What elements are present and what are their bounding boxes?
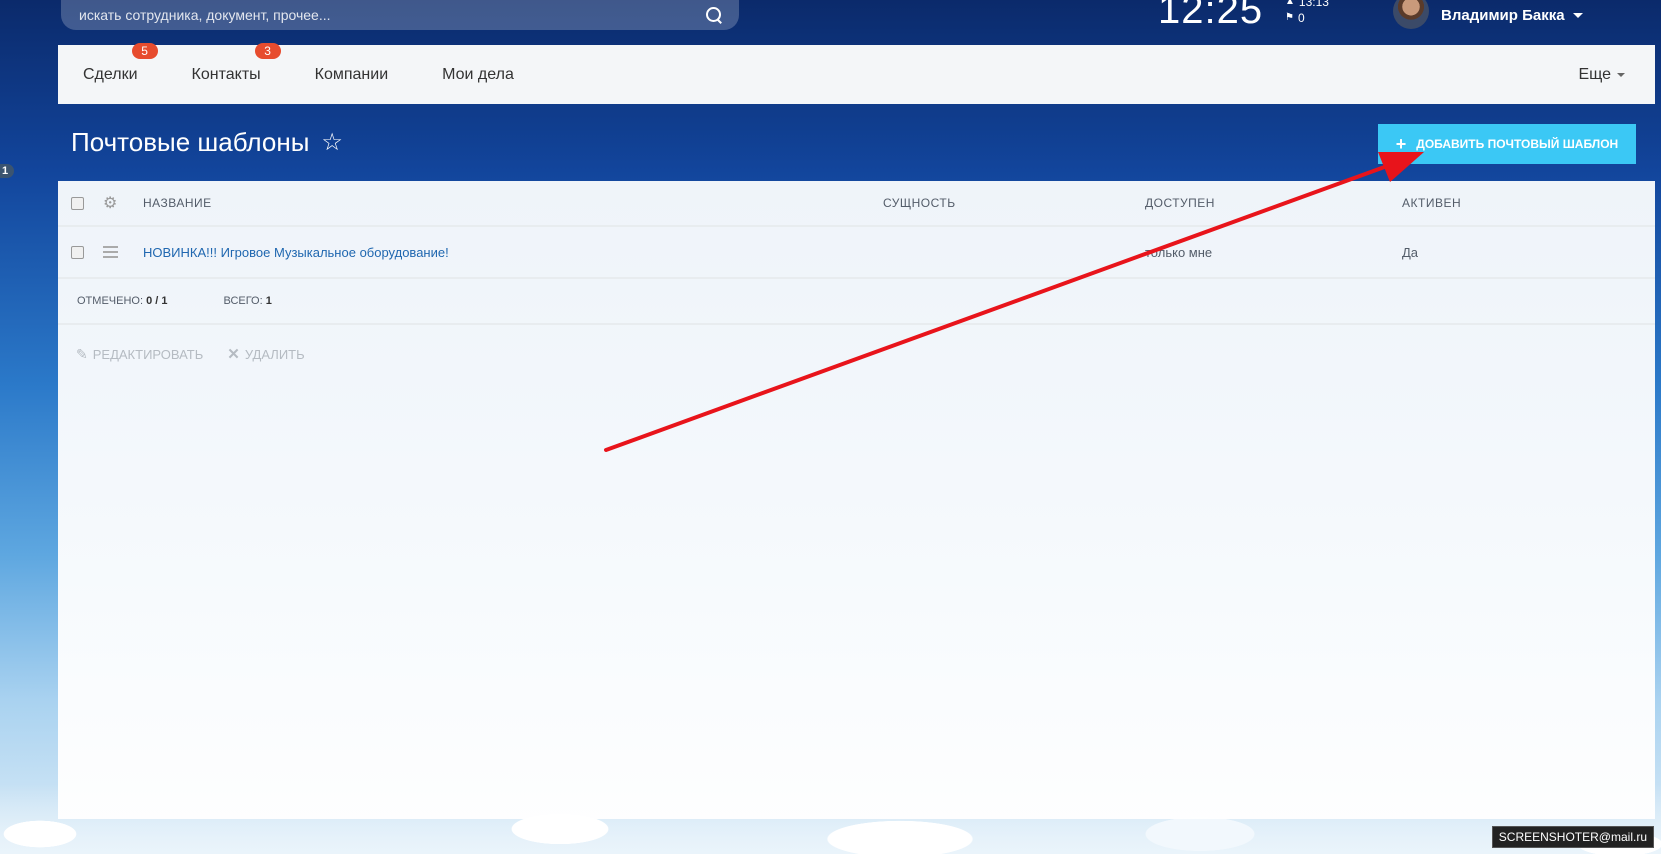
nav-more-label: Еще	[1578, 65, 1611, 83]
top-bar: 12:25 ▲13:13 ⚑ 0 Владимир Бакка	[0, 0, 1661, 44]
delete-button[interactable]: ✕ УДАЛИТЬ	[227, 345, 304, 363]
total-count: ВСЕГО: 1	[223, 295, 272, 307]
chevron-down-icon[interactable]	[1572, 12, 1583, 18]
nav-item-contacts[interactable]: Контакты 3	[191, 42, 281, 84]
avatar[interactable]	[1393, 0, 1429, 29]
flag-icon: ⚑	[1285, 12, 1294, 23]
nav-badge: 5	[131, 42, 158, 59]
cell-active: Да	[1402, 244, 1419, 260]
table-row[interactable]: НОВИНКА!!! Игровое Музыкальное оборудова…	[58, 227, 1655, 279]
bell-icon: ▲	[1285, 0, 1295, 7]
chevron-down-icon	[1617, 72, 1625, 77]
nav-item-companies[interactable]: Компании	[315, 66, 389, 84]
column-header-access[interactable]: ДОСТУПЕН	[1145, 196, 1402, 210]
clock: 12:25	[1158, 0, 1264, 32]
select-all-checkbox[interactable]	[71, 196, 84, 210]
nav-item-label: Компании	[314, 65, 389, 83]
watermark: SCREENSHOTER@mail.ru	[1491, 826, 1654, 848]
nav-item-label: Контакты	[191, 65, 261, 83]
add-mail-template-button[interactable]: + ДОБАВИТЬ ПОЧТОВЫЙ ШАБЛОН	[1378, 124, 1636, 164]
nav-item-my-tasks[interactable]: Мои дела	[442, 66, 514, 84]
search-input[interactable]	[79, 7, 705, 23]
counter-bottom[interactable]: 0	[1298, 10, 1305, 26]
counters: ▲ 13:13 ⚑ 0	[1285, 0, 1329, 26]
grid-panel: ⚙ НАЗВАНИЕ СУЩНОСТЬ ДОСТУПЕН АКТИВЕН НОВ…	[58, 181, 1655, 819]
plus-icon: +	[1395, 134, 1407, 154]
grid-actions: ✎ РЕДАКТИРОВАТЬ ✕ УДАЛИТЬ	[58, 325, 1655, 383]
menu-icon[interactable]	[103, 246, 118, 258]
column-header-entity[interactable]: СУЩНОСТЬ	[883, 196, 1145, 210]
nav-item-deals[interactable]: Сделки 5	[83, 42, 158, 84]
pencil-icon: ✎	[76, 345, 88, 362]
user-menu[interactable]: Владимир Бакка	[1393, 0, 1583, 30]
row-checkbox[interactable]	[71, 245, 84, 259]
user-name[interactable]: Владимир Бакка	[1441, 7, 1565, 24]
nav-item-label: Мои дела	[442, 65, 514, 83]
star-icon[interactable]: ☆	[321, 128, 343, 157]
cell-access: только мне	[1145, 244, 1213, 260]
edit-button[interactable]: ✎ РЕДАКТИРОВАТЬ	[76, 346, 203, 363]
crm-nav-bar: Сделки 5 Контакты 3 Компании Мои дела Ещ…	[58, 42, 1655, 104]
column-header-active[interactable]: АКТИВЕН	[1402, 196, 1655, 210]
add-button-label: ДОБАВИТЬ ПОЧТОВЫЙ ШАБЛОН	[1416, 137, 1619, 151]
gear-icon[interactable]: ⚙	[103, 193, 118, 213]
search-icon[interactable]	[705, 6, 723, 24]
nav-item-label: Сделки	[83, 65, 138, 83]
grid-header: ⚙ НАЗВАНИЕ СУЩНОСТЬ ДОСТУПЕН АКТИВЕН	[58, 181, 1655, 227]
search-box[interactable]	[61, 0, 739, 30]
template-name-link[interactable]: НОВИНКА!!! Игровое Музыкальное оборудова…	[143, 245, 449, 260]
nav-more-button[interactable]: Еще	[1578, 66, 1625, 84]
side-counter-badge[interactable]: 1	[0, 164, 15, 178]
close-icon: ✕	[227, 346, 240, 363]
column-header-name[interactable]: НАЗВАНИЕ	[143, 196, 883, 210]
page-title-text: Почтовые шаблоны	[71, 127, 310, 157]
selected-count: ОТМЕЧЕНО: 0 / 1	[77, 295, 168, 307]
edit-label: РЕДАКТИРОВАТЬ	[92, 346, 204, 362]
counter-top: 13:13	[1298, 0, 1329, 9]
grid-footer: ОТМЕЧЕНО: 0 / 1 ВСЕГО: 1	[58, 279, 1655, 325]
nav-badge: 3	[254, 42, 281, 59]
delete-label: УДАЛИТЬ	[244, 346, 305, 362]
page-title: Почтовые шаблоны ☆	[71, 127, 343, 158]
